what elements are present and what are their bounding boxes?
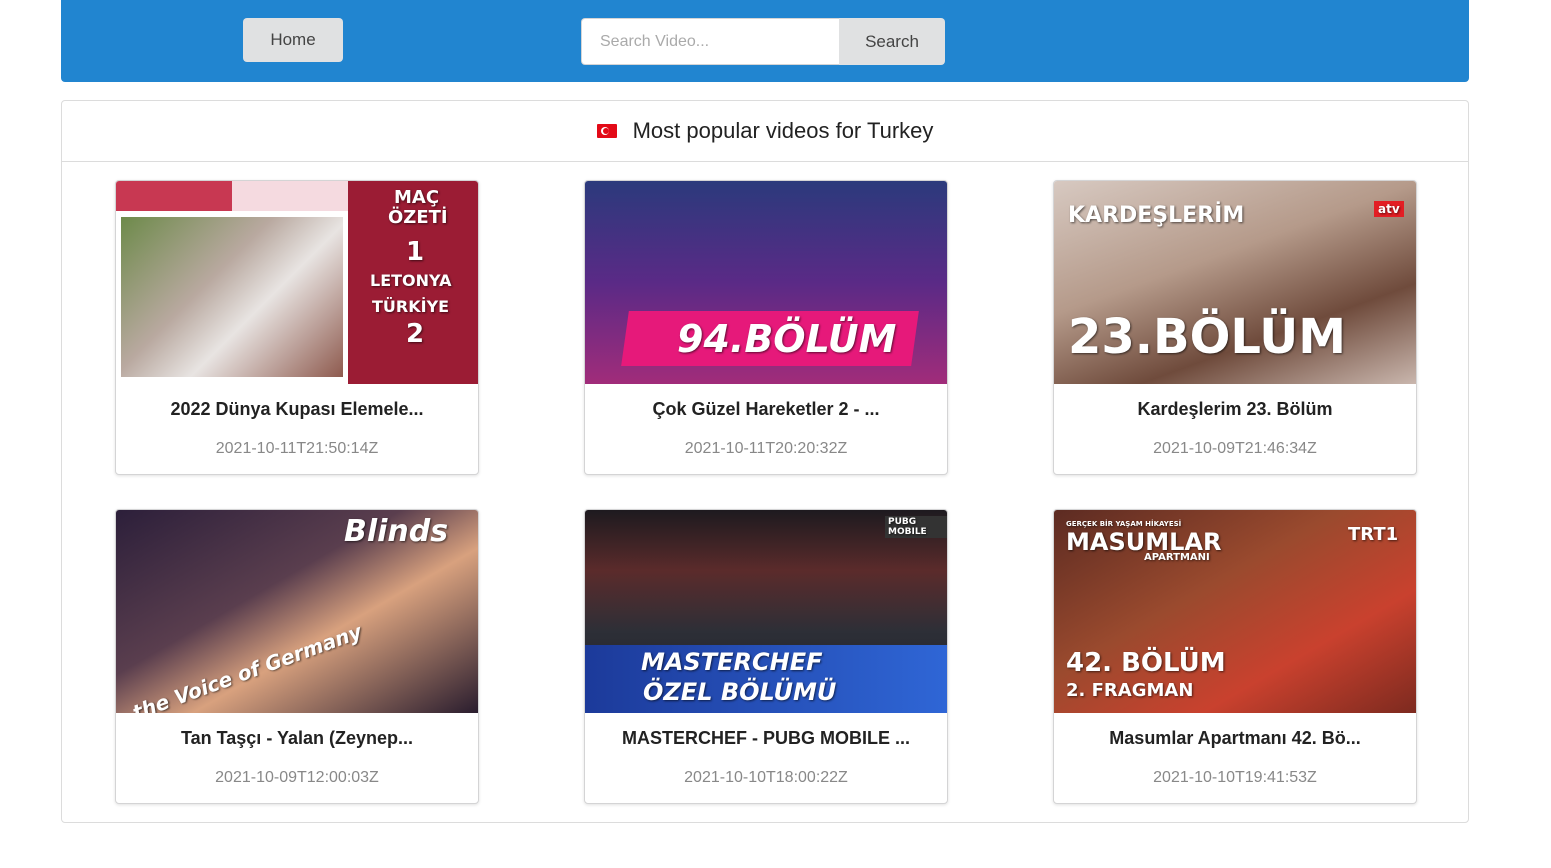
video-title[interactable]: Tan Taşçı - Yalan (Zeynep...: [116, 728, 478, 750]
video-thumbnail[interactable]: KARDEŞLERİM 23.BÖLÜM atv: [1054, 181, 1416, 384]
thumbnail-text: PUBG MOBILE: [885, 516, 947, 538]
video-card[interactable]: GERÇEK BİR YAŞAM HİKAYESİ MASUMLAR APART…: [1053, 509, 1417, 804]
thumbnail-text: 42. BÖLÜM: [1066, 648, 1226, 678]
video-card[interactable]: 94.BÖLÜM Çok Güzel Hareketler 2 - ... 20…: [584, 180, 948, 475]
thumbnail-text: 2. FRAGMAN: [1066, 680, 1194, 701]
thumbnail-text: KARDEŞLERİM: [1068, 203, 1245, 228]
video-thumbnail[interactable]: MASTERCHEF ÖZEL BÖLÜMÜ PUBG MOBILE: [585, 510, 947, 713]
search-input[interactable]: [581, 18, 839, 65]
video-thumbnail[interactable]: MAÇ ÖZETİ 1 LETONYA TÜRKİYE 2: [116, 181, 478, 384]
thumbnail-text: LETONYA: [370, 271, 452, 290]
video-title[interactable]: Çok Güzel Hareketler 2 - ...: [585, 399, 947, 421]
panel-header: Most popular videos for Turkey: [62, 101, 1468, 162]
video-date: 2021-10-11T21:50:14Z: [215, 440, 379, 457]
turkey-flag-icon: [596, 124, 617, 138]
video-date: 2021-10-10T18:00:22Z: [684, 769, 848, 786]
thumbnail-text: MAÇ: [394, 187, 440, 208]
channel-logo: atv: [1374, 201, 1404, 217]
video-thumbnail[interactable]: Blinds the Voice of Germany: [116, 510, 478, 713]
video-title[interactable]: MASTERCHEF - PUBG MOBILE ...: [585, 728, 947, 750]
video-date: 2021-10-10T19:41:53Z: [1153, 769, 1317, 786]
video-thumbnail[interactable]: 94.BÖLÜM: [585, 181, 947, 384]
video-title[interactable]: 2022 Dünya Kupası Elemele...: [116, 399, 478, 421]
thumbnail-text: ÖZEL BÖLÜMÜ: [643, 678, 837, 706]
video-date: 2021-10-11T20:20:32Z: [684, 440, 848, 457]
video-card[interactable]: Blinds the Voice of Germany Tan Taşçı - …: [115, 509, 479, 804]
thumbnail-text: GERÇEK BİR YAŞAM HİKAYESİ: [1066, 520, 1182, 528]
thumbnail-text: APARTMANI: [1144, 552, 1210, 563]
thumbnail-text: 1: [406, 237, 425, 267]
video-thumbnail[interactable]: GERÇEK BİR YAŞAM HİKAYESİ MASUMLAR APART…: [1054, 510, 1416, 713]
thumbnail-text: ÖZETİ: [388, 207, 448, 228]
home-button[interactable]: Home: [243, 18, 343, 62]
video-title[interactable]: Masumlar Apartmanı 42. Bö...: [1054, 728, 1416, 750]
thumbnail-text: Blinds: [344, 514, 449, 549]
thumbnail-text: the Voice of Germany: [129, 619, 365, 713]
video-card[interactable]: KARDEŞLERİM 23.BÖLÜM atv Kardeşlerim 23.…: [1053, 180, 1417, 475]
panel-title: Most popular videos for Turkey: [632, 118, 934, 143]
thumbnail-text: MASTERCHEF: [641, 648, 823, 676]
thumbnail-text: TÜRKİYE: [372, 297, 450, 316]
thumbnail-text: 2: [406, 319, 425, 349]
top-navbar: Home Search: [61, 0, 1469, 82]
video-date: 2021-10-09T21:46:34Z: [1153, 440, 1317, 457]
thumbnail-text: 23.BÖLÜM: [1068, 309, 1347, 365]
video-date: 2021-10-09T12:00:03Z: [215, 769, 379, 786]
video-card[interactable]: MASTERCHEF ÖZEL BÖLÜMÜ PUBG MOBILE MASTE…: [584, 509, 948, 804]
search-button[interactable]: Search: [839, 18, 945, 65]
video-card[interactable]: MAÇ ÖZETİ 1 LETONYA TÜRKİYE 2 2022 Dünya…: [115, 180, 479, 475]
video-title[interactable]: Kardeşlerim 23. Bölüm: [1054, 399, 1416, 421]
channel-logo: TRT1: [1348, 524, 1399, 545]
thumbnail-text: 94.BÖLÜM: [677, 317, 897, 361]
